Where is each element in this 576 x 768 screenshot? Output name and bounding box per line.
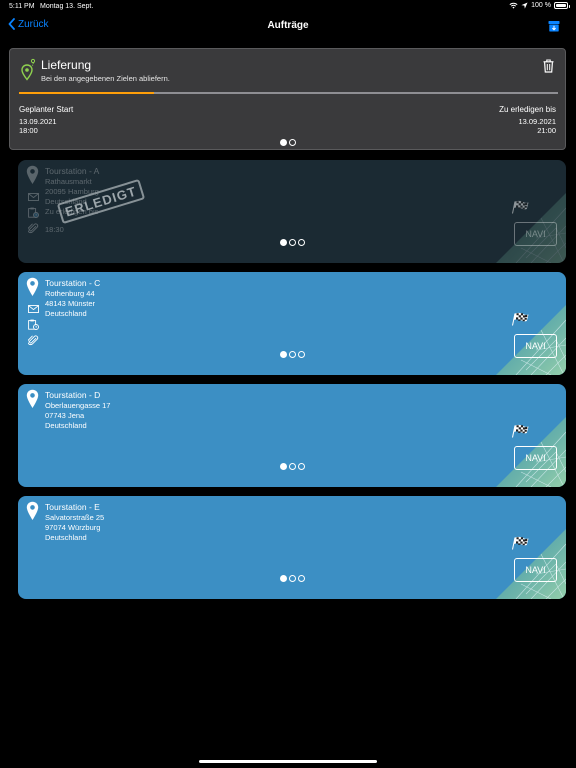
- archive-box-icon[interactable]: [548, 20, 560, 32]
- trash-icon[interactable]: [543, 59, 554, 73]
- navi-button[interactable]: NAVI: [514, 222, 557, 246]
- station-street: Rathausmarkt: [45, 177, 92, 186]
- station-city: 07743 Jena: [45, 411, 85, 420]
- status-date: Montag 13. Sept.: [40, 3, 94, 10]
- navi-button[interactable]: NAVI: [514, 446, 557, 470]
- station-street: Rothenburg 44: [45, 289, 95, 298]
- page-indicator[interactable]: [280, 239, 305, 246]
- page-dot[interactable]: [289, 575, 296, 582]
- station-title: Tourstation - E: [45, 502, 100, 512]
- location-pin-icon: [26, 277, 39, 296]
- due-date: 13.09.2021: [518, 117, 556, 126]
- station-street: Salvatorstraße 25: [45, 513, 105, 522]
- page-dot[interactable]: [280, 239, 287, 246]
- page-dot[interactable]: [289, 139, 296, 146]
- page-dot[interactable]: [298, 351, 305, 358]
- page-dot[interactable]: [280, 351, 287, 358]
- location-arrow-icon: [521, 2, 528, 9]
- planned-start-date: 13.09.2021: [19, 117, 57, 126]
- paperclip-icon[interactable]: [28, 223, 39, 234]
- order-subtitle: Bei den angegebenen Zielen abliefern.: [41, 74, 170, 83]
- home-indicator: [199, 760, 377, 763]
- station-country: Deutschland: [45, 533, 87, 542]
- station-card[interactable]: Tourstation - A Rathausmarkt 20095 Hambu…: [18, 160, 566, 263]
- status-time: 5:11 PM: [9, 3, 35, 10]
- due-label: Zu erledigen bis: [499, 105, 556, 114]
- page-dot[interactable]: [289, 239, 296, 246]
- clipboard-clock-icon[interactable]: [28, 319, 39, 330]
- station-country: Deutschland: [45, 309, 87, 318]
- station-title: Tourstation - A: [45, 166, 100, 176]
- station-due-time: 18:30: [45, 225, 64, 234]
- planned-start-time: 18:00: [19, 126, 38, 135]
- page-dot[interactable]: [289, 351, 296, 358]
- page-dot[interactable]: [298, 239, 305, 246]
- checkered-flag-icon: [512, 536, 529, 550]
- page-indicator[interactable]: [280, 139, 296, 146]
- delivery-route-icon: [21, 58, 36, 81]
- station-country: Deutschland: [45, 421, 87, 430]
- checkered-flag-icon: [512, 200, 529, 214]
- location-pin-icon: [26, 389, 39, 408]
- checkered-flag-icon: [512, 424, 529, 438]
- navigation-bar: Zurück Aufträge: [0, 14, 576, 38]
- order-card[interactable]: Lieferung Bei den angegebenen Zielen abl…: [9, 48, 566, 150]
- page-title: Aufträge: [267, 20, 309, 31]
- page-dot[interactable]: [298, 575, 305, 582]
- station-title: Tourstation - D: [45, 390, 101, 400]
- envelope-icon[interactable]: [28, 193, 39, 201]
- station-city: 97074 Würzburg: [45, 523, 101, 532]
- station-card[interactable]: Tourstation - E Salvatorstraße 25 97074 …: [18, 496, 566, 599]
- station-street: Oberlauengasse 17: [45, 401, 111, 410]
- page-dot[interactable]: [280, 575, 287, 582]
- order-progress-bar: [19, 92, 558, 94]
- page-indicator[interactable]: [280, 351, 305, 358]
- page-dot[interactable]: [280, 463, 287, 470]
- location-pin-icon: [26, 501, 39, 520]
- station-title: Tourstation - C: [45, 278, 101, 288]
- page-dot[interactable]: [289, 463, 296, 470]
- page-dot[interactable]: [280, 139, 287, 146]
- navi-button[interactable]: NAVI: [514, 334, 557, 358]
- paperclip-icon[interactable]: [28, 335, 39, 346]
- envelope-icon[interactable]: [28, 305, 39, 313]
- checkered-flag-icon: [512, 312, 529, 326]
- page-dot[interactable]: [298, 463, 305, 470]
- planned-start-label: Geplanter Start: [19, 105, 74, 114]
- order-progress-fill: [19, 92, 154, 94]
- status-bar: 5:11 PM Montag 13. Sept. 100 %: [0, 0, 576, 14]
- due-time: 21:00: [537, 126, 556, 135]
- station-city: 48143 Münster: [45, 299, 96, 308]
- navi-button[interactable]: NAVI: [514, 558, 557, 582]
- battery-icon: [554, 2, 570, 9]
- battery-percent: 100 %: [531, 2, 551, 9]
- page-indicator[interactable]: [280, 575, 305, 582]
- clipboard-clock-icon[interactable]: [28, 207, 39, 218]
- location-pin-icon: [26, 165, 39, 184]
- station-card[interactable]: Tourstation - D Oberlauengasse 17 07743 …: [18, 384, 566, 487]
- status-indicators: 100 %: [509, 2, 570, 9]
- page-indicator[interactable]: [280, 463, 305, 470]
- wifi-icon: [509, 2, 518, 9]
- station-card[interactable]: Tourstation - C Rothenburg 44 48143 Müns…: [18, 272, 566, 375]
- order-title: Lieferung: [41, 58, 92, 72]
